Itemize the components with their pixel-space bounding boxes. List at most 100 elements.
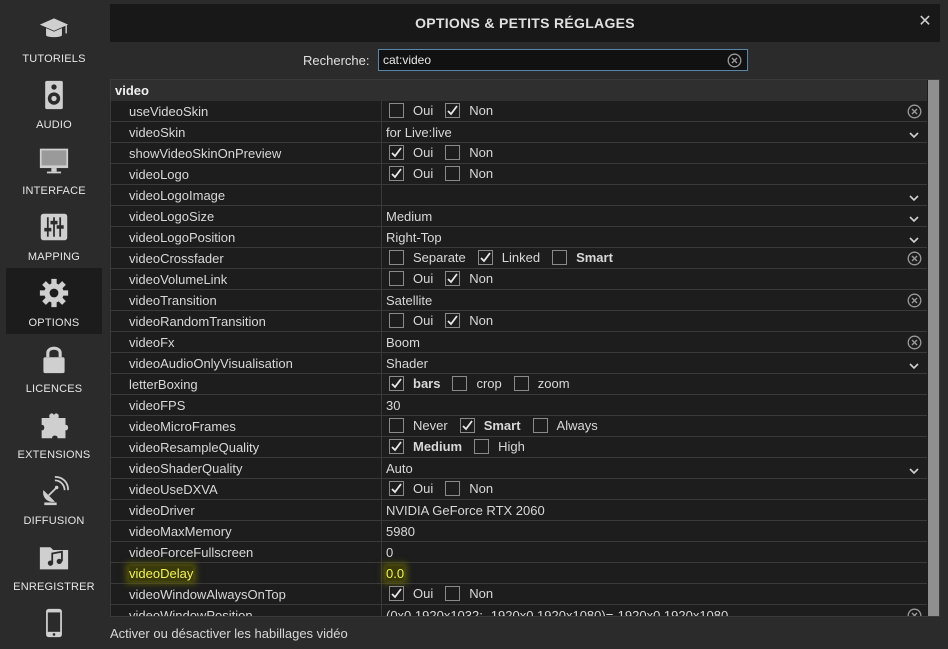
setting-value[interactable]: Medium xyxy=(386,209,432,224)
option-checkbox[interactable] xyxy=(389,250,404,265)
option-checkbox[interactable] xyxy=(445,166,461,181)
option-label[interactable]: Separate xyxy=(413,250,466,265)
option-label[interactable]: Oui xyxy=(413,586,433,601)
sidebar-item-mapping[interactable]: MAPPING xyxy=(6,202,102,268)
sidebar-item-interface[interactable]: INTERFACE xyxy=(6,136,102,202)
option-label[interactable]: Non xyxy=(469,271,493,286)
setting-name: videoMaxMemory xyxy=(129,524,232,539)
chevron-down-icon[interactable] xyxy=(909,190,919,205)
search-input[interactable] xyxy=(378,49,748,71)
option-label[interactable]: Oui xyxy=(413,145,433,160)
setting-value[interactable]: for Live:live xyxy=(386,125,452,140)
sidebar-item-audio[interactable]: AUDIO xyxy=(6,70,102,136)
option-label[interactable]: Non xyxy=(469,145,493,160)
setting-name: videoRandomTransition xyxy=(129,314,266,329)
option-label[interactable]: Medium xyxy=(413,439,462,454)
option-label[interactable]: Non xyxy=(469,313,493,328)
sidebar-item-mobile[interactable] xyxy=(6,598,102,649)
option-checkbox[interactable] xyxy=(389,376,404,391)
option-checkbox[interactable] xyxy=(474,439,490,454)
option-label[interactable]: Oui xyxy=(413,166,433,181)
option-label[interactable]: Oui xyxy=(413,103,433,118)
chevron-down-icon[interactable] xyxy=(909,211,919,226)
option-checkbox[interactable] xyxy=(445,481,461,496)
close-button[interactable]: ✕ xyxy=(916,13,934,31)
reset-icon[interactable] xyxy=(907,335,922,350)
clear-search-icon[interactable] xyxy=(727,53,742,68)
option-checkbox[interactable] xyxy=(552,250,568,265)
sidebar-item-tutoriels[interactable]: TUTORIELS xyxy=(6,4,102,70)
option-checkbox[interactable] xyxy=(389,481,404,496)
setting-value[interactable]: Right-Top xyxy=(386,230,442,245)
speaker-icon xyxy=(39,76,69,114)
option-checkbox[interactable] xyxy=(445,586,461,601)
option-checkbox[interactable] xyxy=(389,103,404,118)
sidebar-item-licences[interactable]: LICENCES xyxy=(6,334,102,400)
option-label[interactable]: Linked xyxy=(502,250,540,265)
setting-value[interactable]: NVIDIA GeForce RTX 2060 xyxy=(386,503,545,518)
option-label[interactable]: Oui xyxy=(413,313,433,328)
reset-icon[interactable] xyxy=(907,608,922,616)
option-checkbox[interactable] xyxy=(389,271,404,286)
setting-name: videoLogoSize xyxy=(129,209,215,224)
reset-icon[interactable] xyxy=(907,293,922,308)
chevron-down-icon[interactable] xyxy=(909,463,919,478)
reset-icon[interactable] xyxy=(907,104,922,119)
option-label[interactable]: Non xyxy=(469,166,493,181)
setting-name: videoLogoPosition xyxy=(129,230,236,245)
option-label[interactable]: Non xyxy=(469,586,493,601)
vertical-scrollbar[interactable] xyxy=(928,80,939,616)
option-checkbox[interactable] xyxy=(445,145,461,160)
option-label[interactable]: Always xyxy=(557,418,598,433)
sidebar-item-options[interactable]: OPTIONS xyxy=(6,268,102,334)
option-checkbox[interactable] xyxy=(477,250,493,265)
setting-value[interactable]: Auto xyxy=(386,461,413,476)
option-label[interactable]: bars xyxy=(413,376,440,391)
setting-value[interactable]: 30 xyxy=(386,398,400,413)
option-checkbox[interactable] xyxy=(389,439,404,454)
option-checkbox[interactable] xyxy=(532,418,548,433)
option-label[interactable]: Oui xyxy=(413,481,433,496)
option-label[interactable]: Smart xyxy=(484,418,521,433)
option-checkbox[interactable] xyxy=(389,418,404,433)
chevron-down-icon[interactable] xyxy=(909,358,919,373)
sidebar-item-extensions[interactable]: EXTENSIONS xyxy=(6,400,102,466)
option-checkbox[interactable] xyxy=(445,271,461,286)
reset-icon[interactable] xyxy=(907,251,922,266)
option-checkbox[interactable] xyxy=(445,103,461,118)
option-checkbox[interactable] xyxy=(389,586,404,601)
option-checkbox[interactable] xyxy=(389,313,404,328)
option-label[interactable]: Never xyxy=(413,418,448,433)
setting-value[interactable]: 5980 xyxy=(386,524,415,539)
option-label[interactable]: Smart xyxy=(576,250,613,265)
option-label[interactable]: zoom xyxy=(538,376,570,391)
column-divider xyxy=(381,416,382,436)
option-checkbox[interactable] xyxy=(459,418,475,433)
option-label[interactable]: Oui xyxy=(413,271,433,286)
option-label[interactable]: High xyxy=(498,439,525,454)
option-checkbox[interactable] xyxy=(389,166,404,181)
chevron-down-icon[interactable] xyxy=(909,232,919,247)
setting-value[interactable]: 0.0 xyxy=(386,566,405,581)
option-checkbox[interactable] xyxy=(452,376,468,391)
column-divider xyxy=(381,479,382,499)
sidebar-item-diffusion[interactable]: DIFFUSION xyxy=(6,466,102,532)
setting-value[interactable]: (0x0,1920x1032; -1920x0,1920x1080)=-1920… xyxy=(386,608,728,616)
option-checkbox[interactable] xyxy=(445,313,461,328)
option-checkbox[interactable] xyxy=(389,145,404,160)
column-divider xyxy=(381,185,382,205)
setting-value[interactable]: Boom xyxy=(386,335,420,350)
scrollbar-thumb[interactable] xyxy=(928,80,939,616)
option-label[interactable]: Non xyxy=(469,481,493,496)
option-label[interactable]: Non xyxy=(469,103,493,118)
option-label[interactable]: crop xyxy=(476,376,501,391)
setting-value[interactable]: 0 xyxy=(386,545,393,560)
option-checkbox[interactable] xyxy=(513,376,529,391)
chevron-down-icon[interactable] xyxy=(909,127,919,142)
sidebar-item-label: TUTORIELS xyxy=(22,53,86,65)
setting-row: videoMicroFrames Never Smart Always xyxy=(111,416,927,437)
column-divider xyxy=(381,248,382,268)
sidebar-item-enregistrer[interactable]: ENREGISTRER xyxy=(6,532,102,598)
setting-value[interactable]: Shader xyxy=(386,356,428,371)
setting-value[interactable]: Satellite xyxy=(386,293,432,308)
